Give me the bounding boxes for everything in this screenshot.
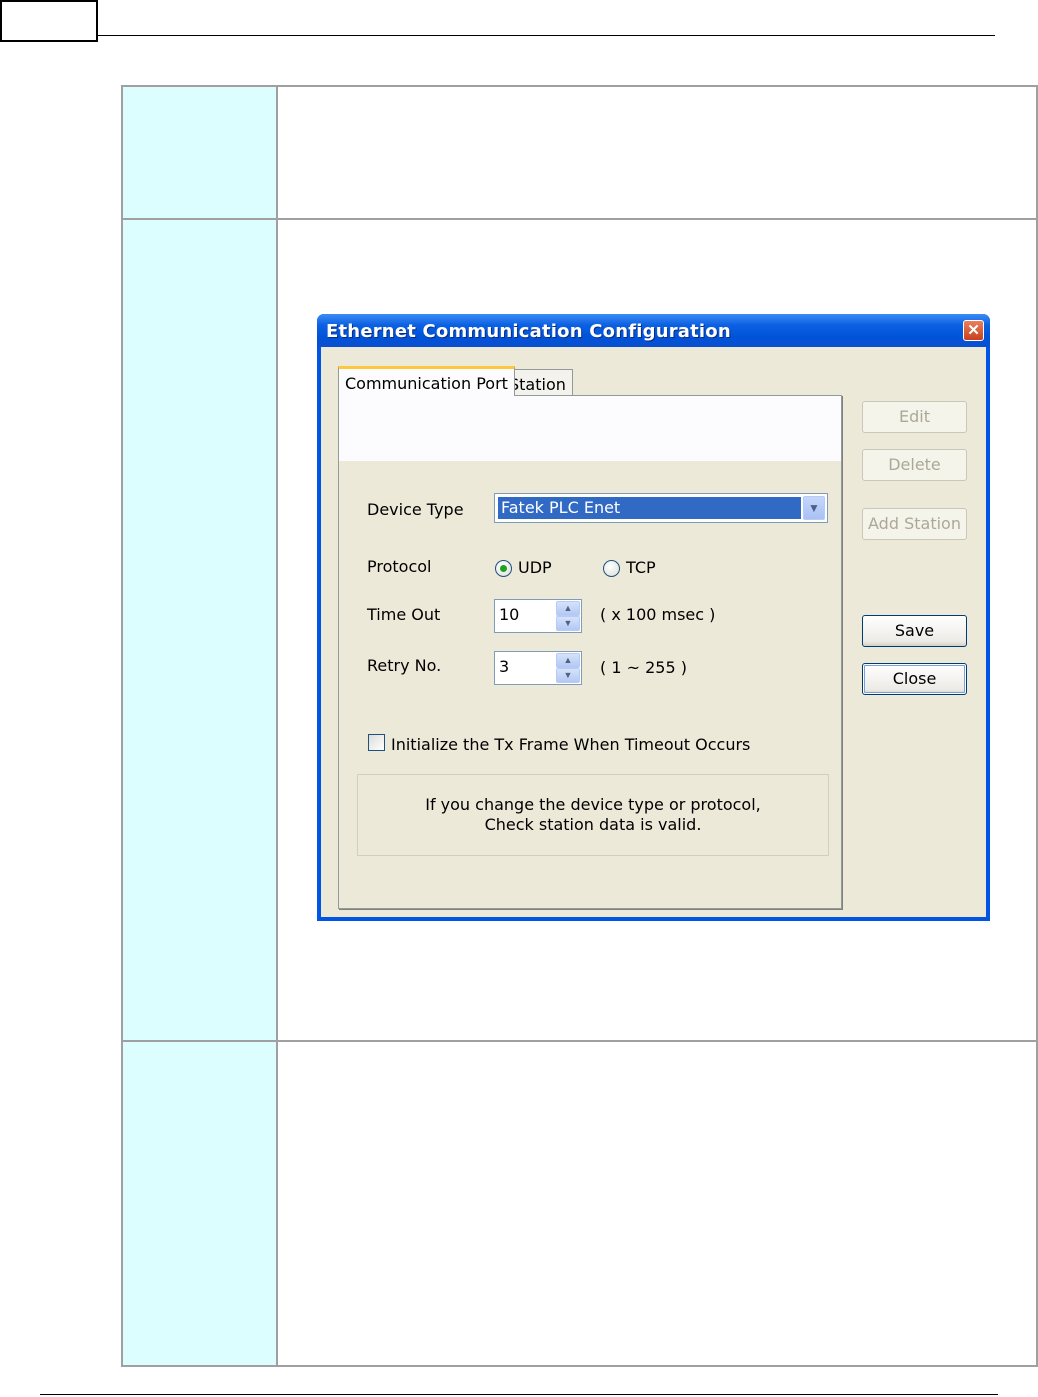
table-row bbox=[123, 87, 1036, 220]
protocol-label: Protocol bbox=[367, 557, 432, 576]
time-out-label: Time Out bbox=[367, 605, 441, 624]
device-type-select[interactable]: Fatek PLC Enet ▼ bbox=[494, 493, 828, 523]
time-out-value[interactable]: 10 bbox=[499, 605, 519, 624]
chevron-down-icon[interactable]: ▼ bbox=[803, 496, 825, 520]
dialog-client-area: Communication Port Station Device Type F… bbox=[321, 347, 986, 917]
init-tx-checkbox[interactable] bbox=[368, 734, 385, 751]
retry-range: ( 1 ~ 255 ) bbox=[600, 658, 687, 677]
retry-value[interactable]: 3 bbox=[499, 657, 509, 676]
table-label-cell bbox=[123, 1042, 278, 1365]
ethernet-config-dialog: Ethernet Communication Configuration ✕ C… bbox=[317, 314, 990, 921]
close-window-button[interactable]: ✕ bbox=[963, 320, 984, 341]
init-tx-label[interactable]: Initialize the Tx Frame When Timeout Occ… bbox=[391, 735, 750, 754]
table-label-cell bbox=[123, 220, 278, 1040]
spin-down-icon[interactable]: ▼ bbox=[556, 616, 580, 631]
tab-pane: Device Type Fatek PLC Enet ▼ Protocol UD… bbox=[338, 395, 842, 909]
add-station-button[interactable]: Add Station bbox=[862, 508, 967, 540]
time-out-unit: ( x 100 msec ) bbox=[600, 605, 716, 624]
table-content-cell bbox=[280, 87, 1036, 218]
footer-rule bbox=[40, 1394, 998, 1395]
edit-button[interactable]: Edit bbox=[862, 401, 967, 433]
device-type-value: Fatek PLC Enet bbox=[498, 497, 801, 519]
notice-line-1: If you change the device type or protoco… bbox=[425, 795, 761, 814]
retry-spinner[interactable]: 3 ▲ ▼ bbox=[494, 651, 582, 685]
close-button[interactable]: Close bbox=[862, 663, 967, 695]
table-content-cell bbox=[280, 1042, 1036, 1365]
page-number-box bbox=[0, 0, 98, 42]
table-label-cell bbox=[123, 87, 278, 218]
notice-groupbox: If you change the device type or protoco… bbox=[357, 774, 829, 856]
spin-up-icon[interactable]: ▲ bbox=[556, 601, 580, 616]
radio-udp[interactable] bbox=[495, 560, 512, 577]
radio-tcp-label[interactable]: TCP bbox=[626, 558, 656, 577]
delete-button[interactable]: Delete bbox=[862, 449, 967, 481]
spin-up-icon[interactable]: ▲ bbox=[556, 653, 580, 668]
close-icon: ✕ bbox=[967, 322, 980, 339]
table-row bbox=[123, 1042, 1036, 1365]
radio-tcp[interactable] bbox=[603, 560, 620, 577]
tab-pane-white-area bbox=[339, 396, 841, 461]
header-rule bbox=[98, 35, 995, 36]
device-type-label: Device Type bbox=[367, 500, 464, 519]
retry-label: Retry No. bbox=[367, 656, 442, 675]
dialog-title: Ethernet Communication Configuration bbox=[326, 321, 731, 342]
save-button[interactable]: Save bbox=[862, 615, 967, 647]
time-out-spinner[interactable]: 10 ▲ ▼ bbox=[494, 599, 582, 633]
spinner-buttons: ▲ ▼ bbox=[556, 601, 580, 631]
radio-selected-dot bbox=[500, 565, 507, 572]
title-bar[interactable]: Ethernet Communication Configuration ✕ bbox=[317, 314, 990, 347]
radio-udp-label[interactable]: UDP bbox=[518, 558, 552, 577]
spin-down-icon[interactable]: ▼ bbox=[556, 668, 580, 683]
spinner-buttons: ▲ ▼ bbox=[556, 653, 580, 683]
tab-communication-port[interactable]: Communication Port bbox=[338, 366, 515, 396]
notice-line-2: Check station data is valid. bbox=[484, 815, 702, 834]
